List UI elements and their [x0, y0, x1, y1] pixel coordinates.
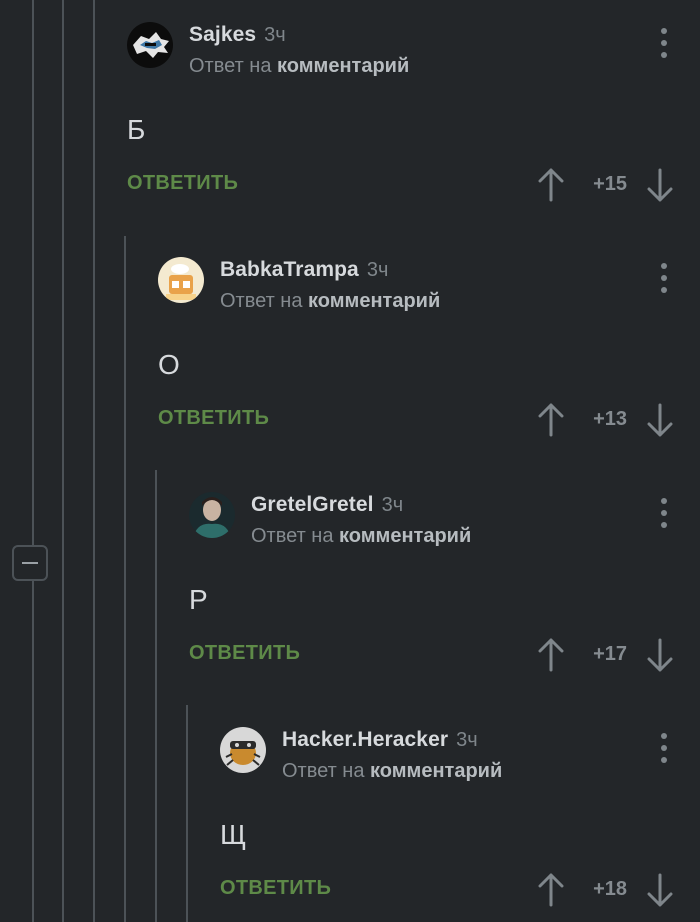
downvote-arrow-icon[interactable] [647, 403, 673, 437]
reply-to-prefix: Ответ на [220, 290, 303, 312]
avatar[interactable] [158, 257, 204, 303]
more-menu-icon[interactable] [654, 733, 674, 763]
reply-to-link[interactable]: комментарий [308, 290, 440, 312]
comment-text: Р [189, 584, 208, 615]
comment: BabkaTrampa 3ч Ответ на комментарий О ОТ… [158, 257, 700, 437]
comment: Sajkes 3ч Ответ на комментарий Б ОТВЕТИТ… [127, 22, 700, 202]
upvote-arrow-icon[interactable] [538, 168, 564, 202]
author-name[interactable]: Hacker.Heracker [282, 728, 448, 752]
comment-text: Б [127, 114, 146, 145]
reply-button[interactable]: ОТВЕТИТЬ [158, 407, 269, 430]
comment-text: Щ [220, 819, 247, 850]
reply-button[interactable]: ОТВЕТИТЬ [220, 877, 331, 900]
reply-to-prefix: Ответ на [282, 760, 365, 782]
thread-line [62, 0, 64, 922]
reply-to-line: Ответ на комментарий [189, 55, 409, 78]
collapse-thread-button[interactable] [12, 545, 48, 581]
comment-time: 3ч [456, 729, 478, 751]
comment-header: Hacker.Heracker 3ч Ответ на комментарий [220, 727, 700, 783]
author-name[interactable]: Sajkes [189, 23, 256, 47]
thread-line [124, 236, 126, 922]
comment-header: Sajkes 3ч Ответ на комментарий [127, 22, 700, 78]
reply-to-prefix: Ответ на [251, 525, 334, 547]
comment-header: BabkaTrampa 3ч Ответ на комментарий [158, 257, 700, 313]
comment-header: GretelGretel 3ч Ответ на комментарий [189, 492, 700, 548]
author-name[interactable]: GretelGretel [251, 493, 374, 517]
upvote-arrow-icon[interactable] [538, 403, 564, 437]
rating-value: +15 [593, 173, 627, 195]
downvote-arrow-icon[interactable] [647, 638, 673, 672]
thread-line [32, 0, 34, 922]
comment-time: 3ч [264, 24, 286, 46]
reply-to-link[interactable]: комментарий [339, 525, 471, 547]
reply-button[interactable]: ОТВЕТИТЬ [127, 172, 238, 195]
downvote-arrow-icon[interactable] [647, 873, 673, 907]
more-menu-icon[interactable] [654, 28, 674, 58]
avatar[interactable] [127, 22, 173, 68]
reply-to-link[interactable]: комментарий [370, 760, 502, 782]
upvote-arrow-icon[interactable] [538, 873, 564, 907]
author-name[interactable]: BabkaTrampa [220, 258, 359, 282]
avatar[interactable] [220, 727, 266, 773]
reply-to-link[interactable]: комментарий [277, 55, 409, 77]
thread-line [155, 470, 157, 922]
reply-to-prefix: Ответ на [189, 55, 272, 77]
upvote-arrow-icon[interactable] [538, 638, 564, 672]
comment-actions: ОТВЕТИТЬ +15 [127, 168, 700, 202]
rating-value: +17 [593, 643, 627, 665]
minus-icon [22, 562, 38, 564]
comment-actions: ОТВЕТИТЬ +13 [158, 403, 700, 437]
comment: Hacker.Heracker 3ч Ответ на комментарий … [220, 727, 700, 907]
more-menu-icon[interactable] [654, 498, 674, 528]
reply-to-line: Ответ на комментарий [251, 525, 471, 548]
thread-line [93, 0, 95, 922]
reply-to-line: Ответ на комментарий [282, 760, 502, 783]
downvote-arrow-icon[interactable] [647, 168, 673, 202]
comment-time: 3ч [366, 259, 389, 281]
comment-time: 3ч [381, 494, 404, 516]
avatar[interactable] [189, 492, 235, 538]
thread-line [186, 705, 188, 922]
reply-button[interactable]: ОТВЕТИТЬ [189, 642, 300, 665]
rating-value: +13 [593, 408, 627, 430]
rating-value: +18 [593, 878, 627, 900]
more-menu-icon[interactable] [654, 263, 674, 293]
comment-actions: ОТВЕТИТЬ +18 [220, 873, 700, 907]
comment: GretelGretel 3ч Ответ на комментарий Р О… [189, 492, 700, 672]
reply-to-line: Ответ на комментарий [220, 290, 440, 313]
comment-text: О [158, 349, 180, 380]
comment-actions: ОТВЕТИТЬ +17 [189, 638, 700, 672]
